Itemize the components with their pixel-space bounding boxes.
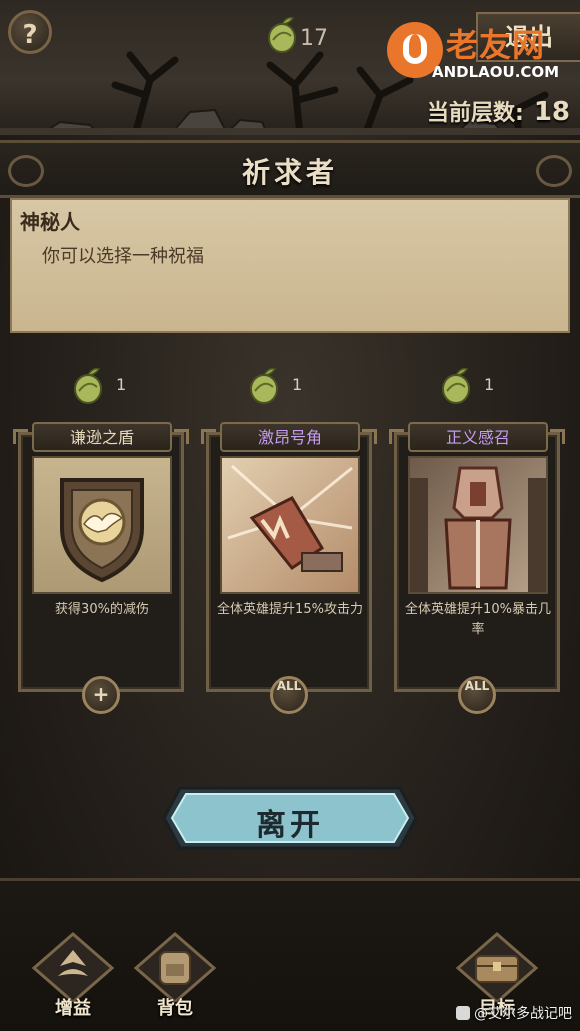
leave-button-label: 离开	[256, 808, 324, 843]
card-art	[32, 456, 172, 594]
card-art	[220, 456, 360, 594]
seed-cost-icon	[250, 367, 278, 404]
watermark-credit: @艾尔多战记吧	[456, 1003, 572, 1023]
floor-label: 当前层数:	[427, 101, 524, 126]
card-name: 正义感召	[408, 422, 548, 452]
speaker-name: 神秘人	[20, 210, 80, 234]
cost-value: 1	[484, 375, 495, 394]
weibo-icon	[456, 1006, 470, 1020]
seed-cost-icon	[74, 367, 102, 404]
seed-count: 17	[300, 26, 328, 51]
leave-button[interactable]: 离开	[162, 786, 418, 850]
seed-currency-icon	[268, 16, 296, 53]
dialog-box: 神秘人 你可以选择一种祝福	[10, 198, 570, 333]
shield-icon	[60, 478, 144, 583]
card-art	[408, 456, 548, 594]
blessing-card-humble-shield[interactable]: 谦逊之盾 获得30%的减伤 +	[12, 420, 192, 714]
credit-text: @艾尔多战记吧	[474, 1006, 572, 1022]
watermark-url: ANDLAOU.COM	[432, 63, 560, 81]
nav-backpack-label: 背包	[157, 998, 193, 1019]
card-badge-all[interactable]: ALL	[270, 676, 308, 714]
cost-value: 1	[116, 375, 127, 394]
blessing-card-justice-call[interactable]: 正义感召 全体英雄提升10%暴击几率 ALL	[388, 420, 568, 714]
card-name: 谦逊之盾	[32, 422, 172, 452]
war-horn-icon	[227, 464, 353, 572]
seed-cost-icon	[442, 367, 470, 404]
armored-knight-icon	[410, 466, 546, 592]
event-title: 祈求者	[241, 156, 338, 189]
nav-backpack-button[interactable]: 背包	[130, 932, 220, 1028]
nav-buff-button[interactable]: 增益	[28, 932, 118, 1028]
top-bar: ? 17 退出 老友网 ANDLAOU.COM 当前层数: 18	[0, 0, 580, 135]
watermark-title: 老友网	[446, 26, 546, 64]
card-badge-plus[interactable]: +	[82, 676, 120, 714]
event-title-bar: 祈求者	[0, 140, 580, 198]
backpack-icon	[133, 932, 217, 1002]
card-description: 全体英雄提升15%攻击力	[217, 602, 363, 617]
dialog-message: 你可以选择一种祝福	[42, 246, 204, 267]
floor-value: 18	[533, 97, 570, 127]
card-name: 激昂号角	[220, 422, 360, 452]
card-badge-all[interactable]: ALL	[458, 676, 496, 714]
blessing-cost-1: 1	[68, 365, 148, 405]
chest-icon	[455, 932, 539, 1002]
buff-icon	[31, 932, 115, 1002]
blessing-cost-3: 1	[436, 365, 516, 405]
card-description: 获得30%的减伤	[55, 602, 149, 617]
floor-indicator: 当前层数: 18	[427, 95, 570, 127]
blessing-cost-2: 1	[244, 365, 324, 405]
cost-value: 1	[292, 375, 303, 394]
blessing-card-rousing-horn[interactable]: 激昂号角 全体英雄提升15%攻击力 ALL	[200, 420, 380, 714]
nav-buff-label: 增益	[55, 998, 91, 1019]
card-description: 全体英雄提升10%暴击几率	[405, 602, 551, 637]
app-root: ? 17 退出 老友网 ANDLAOU.COM 当前层数: 18 祈求者 神秘人 …	[0, 0, 580, 1031]
help-button[interactable]: ?	[8, 10, 52, 54]
